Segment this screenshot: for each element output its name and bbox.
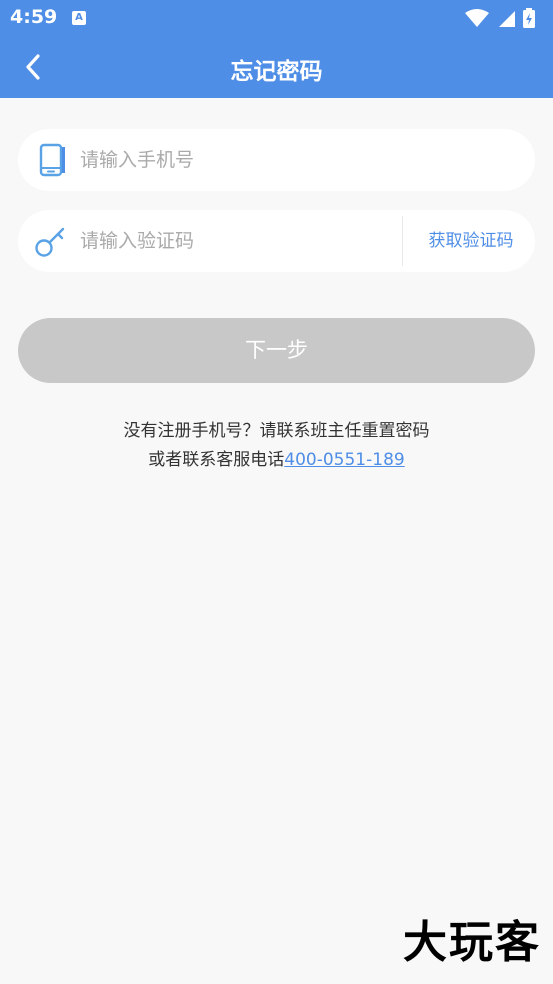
status-icons [463,7,543,29]
code-field: 获取验证码 [18,210,535,272]
signal-icon [499,11,515,27]
phone-input[interactable] [80,129,510,191]
help-text-line1: 没有注册手机号？请联系班主任重置密码 [123,421,430,441]
next-step-button[interactable]: 下一步 [18,318,535,383]
help-text-line2: 或者联系客服电话400-0551-189 [0,445,553,470]
field-divider [402,216,403,266]
text-cursor [62,147,65,173]
code-input[interactable] [80,210,398,272]
key-icon [34,224,68,258]
help-text-prefix: 或者联系客服电话 [148,450,285,470]
battery-charging-icon [523,8,535,28]
get-code-button[interactable]: 获取验证码 [412,210,530,272]
watermark-logo: 大玩客 [403,917,541,968]
status-bar: 4:59 A [0,0,553,36]
service-phone-link[interactable]: 400-0551-189 [284,450,404,470]
status-time: 4:59 [10,6,58,28]
app-bar: 忘记密码 [0,36,553,98]
wifi-icon [465,9,489,27]
page-title: 忘记密码 [230,59,323,85]
notification-a-icon: A [72,11,86,25]
phone-field [18,129,535,191]
